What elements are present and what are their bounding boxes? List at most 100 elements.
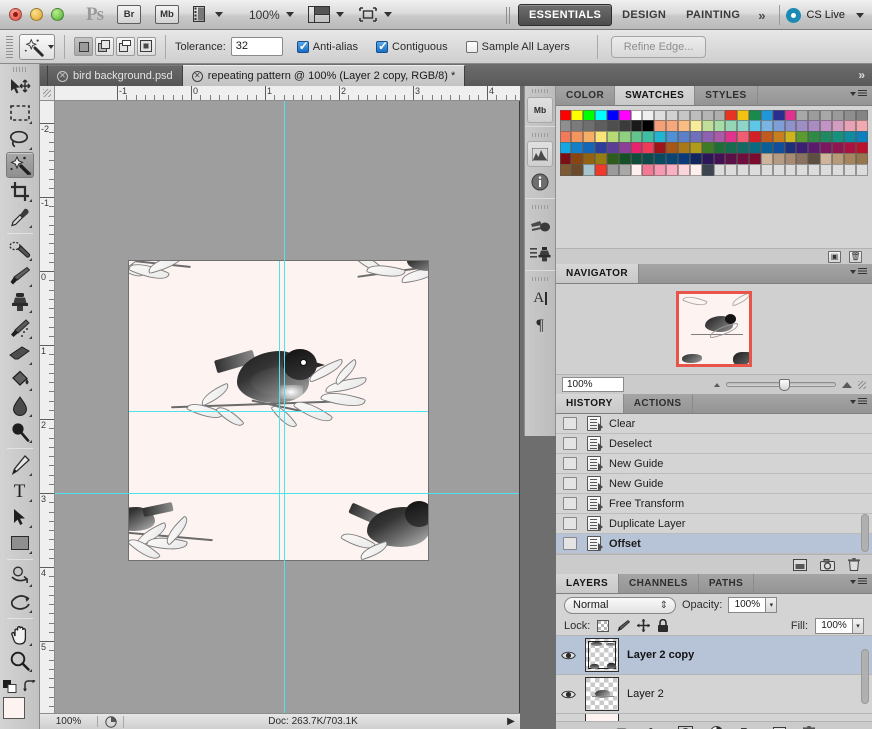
swatch-130[interactable] <box>559 163 572 176</box>
swatch-155[interactable] <box>855 163 868 176</box>
horizontal-type-tool[interactable]: T <box>6 478 34 504</box>
guide-horizontal-extended[interactable] <box>55 493 519 494</box>
panel-resize-grip[interactable] <box>858 380 866 389</box>
fill-input[interactable]: 100% <box>815 617 853 634</box>
eyedropper-tool[interactable] <box>6 204 34 230</box>
layers-scrollbar-thumb[interactable] <box>861 649 869 704</box>
zoom-chevron-down-icon[interactable] <box>285 12 294 17</box>
swap-colors-icon[interactable] <box>22 680 37 693</box>
cs-live-button[interactable]: CS Live <box>786 7 872 23</box>
mini-bridge-panel-icon[interactable]: Mb <box>527 97 553 123</box>
spot-healing-brush-tool[interactable] <box>6 237 34 263</box>
dodge-tool[interactable] <box>6 419 34 445</box>
tab-navigator[interactable]: NAVIGATOR <box>556 264 639 283</box>
swatch-136[interactable] <box>630 163 643 176</box>
minimize-window-button[interactable] <box>30 8 43 21</box>
swatch-153[interactable] <box>831 163 844 176</box>
history-state-row[interactable]: New Guide <box>556 474 872 494</box>
sample-all-layers-checkbox[interactable] <box>465 40 478 53</box>
history-source-toggle[interactable] <box>563 537 577 550</box>
current-tool-preset-picker[interactable] <box>19 33 55 60</box>
new-swatch-button[interactable]: ▣ <box>828 250 841 263</box>
layer-thumbnail[interactable] <box>585 638 619 672</box>
navigator-zoom-input[interactable]: 100% <box>562 377 624 392</box>
layer-row-layer-2-copy[interactable]: Layer 2 copy <box>556 636 872 675</box>
opacity-input[interactable]: 100% <box>728 597 767 613</box>
tab-layers[interactable]: LAYERS <box>556 574 620 593</box>
blur-tool[interactable] <box>6 393 34 419</box>
ruler-origin[interactable] <box>40 86 55 101</box>
info-panel-icon[interactable] <box>527 169 553 195</box>
default-colors-icon[interactable] <box>2 680 18 693</box>
swatch-144[interactable] <box>725 163 738 176</box>
workspace-essentials[interactable]: ESSENTIALS <box>518 4 613 26</box>
swatch-141[interactable] <box>689 163 702 176</box>
delete-swatch-button[interactable]: 🗑 <box>849 250 862 263</box>
anti-alias-checkbox[interactable] <box>296 39 309 53</box>
new-selection-button[interactable] <box>74 37 93 56</box>
tab-actions[interactable]: ACTIONS <box>624 394 693 413</box>
tolerance-input[interactable]: 32 <box>230 37 283 56</box>
3d-orbit-camera-tool[interactable] <box>6 589 34 615</box>
contiguous-checkbox[interactable] <box>376 39 388 53</box>
workspace-drag-handle[interactable] <box>506 6 513 24</box>
subtract-from-selection-button[interactable] <box>116 37 135 56</box>
swatch-133[interactable] <box>595 163 607 176</box>
history-source-toggle[interactable] <box>563 517 577 530</box>
hand-tool[interactable] <box>6 622 34 648</box>
history-source-toggle[interactable] <box>563 457 577 470</box>
guide-vertical-extended[interactable] <box>284 101 285 713</box>
swatch-145[interactable] <box>737 163 750 176</box>
anti-alias-option[interactable]: Anti-alias <box>296 39 363 53</box>
swatch-132[interactable] <box>583 163 596 176</box>
foreground-color-swatch[interactable] <box>2 697 25 719</box>
opacity-stepper[interactable]: ▾ <box>766 597 778 613</box>
clone-stamp-tool[interactable] <box>6 289 34 315</box>
zoom-window-button[interactable] <box>51 8 64 21</box>
lock-image-pixels-brush-icon[interactable] <box>616 619 631 632</box>
view-extras-button[interactable] <box>193 6 223 23</box>
tab-swatches[interactable]: SWATCHES <box>615 86 696 105</box>
tab-overflow-button[interactable]: » <box>851 65 872 86</box>
guide-horizontal[interactable] <box>129 411 428 412</box>
history-state-row[interactable]: Duplicate Layer <box>556 514 872 534</box>
rectangular-marquee-tool[interactable] <box>6 100 34 126</box>
navigator-panel-menu-button[interactable] <box>850 268 867 275</box>
launch-mini-bridge-button[interactable]: Mb <box>155 5 179 24</box>
intersect-selection-button[interactable] <box>137 37 156 56</box>
history-state-list[interactable]: Clear Deselect New Guide New Guide Free Tran… <box>556 414 872 554</box>
tools-drag-handle[interactable] <box>0 64 39 74</box>
zoom-slider-track[interactable] <box>726 379 836 391</box>
history-source-toggle[interactable] <box>563 477 577 490</box>
character-panel-icon[interactable]: A <box>527 285 553 311</box>
launch-bridge-button[interactable]: Br <box>117 5 141 24</box>
history-source-toggle[interactable] <box>563 417 577 430</box>
swatch-143[interactable] <box>713 163 726 176</box>
workspace-design[interactable]: DESIGN <box>612 5 676 25</box>
swatch-138[interactable] <box>654 163 667 176</box>
status-menu-arrow[interactable]: ▶ <box>502 716 520 727</box>
workspace-painting[interactable]: PAINTING <box>676 5 750 25</box>
swatch-148[interactable] <box>772 163 785 176</box>
tab-styles[interactable]: STYLES <box>695 86 758 105</box>
brush-panel-icon[interactable] <box>527 213 553 239</box>
zoom-tool[interactable] <box>6 648 34 674</box>
document-tab-repeating-pattern[interactable]: ✕ repeating pattern @ 100% (Layer 2 copy… <box>182 65 466 86</box>
rectangle-shape-tool[interactable] <box>6 530 34 556</box>
layer-visibility-eye-icon[interactable] <box>560 686 577 703</box>
delete-state-trash-icon[interactable] <box>848 558 860 571</box>
dock-drag-handle[interactable] <box>525 130 555 139</box>
history-brush-tool[interactable] <box>6 315 34 341</box>
lock-position-move-icon[interactable] <box>637 619 651 632</box>
history-source-toggle[interactable] <box>563 497 577 510</box>
history-state-row[interactable]: Clear <box>556 414 872 434</box>
path-selection-tool[interactable] <box>6 504 34 530</box>
swatch-151[interactable] <box>808 163 821 176</box>
tab-channels[interactable]: CHANNELS <box>619 574 699 593</box>
dock-drag-handle[interactable] <box>525 86 555 95</box>
layers-panel-menu-button[interactable] <box>850 578 867 585</box>
swatch-131[interactable] <box>571 163 584 176</box>
swatch-139[interactable] <box>666 163 678 176</box>
swatch-135[interactable] <box>618 163 631 176</box>
horizontal-ruler[interactable]: -1012345 <box>40 86 520 101</box>
